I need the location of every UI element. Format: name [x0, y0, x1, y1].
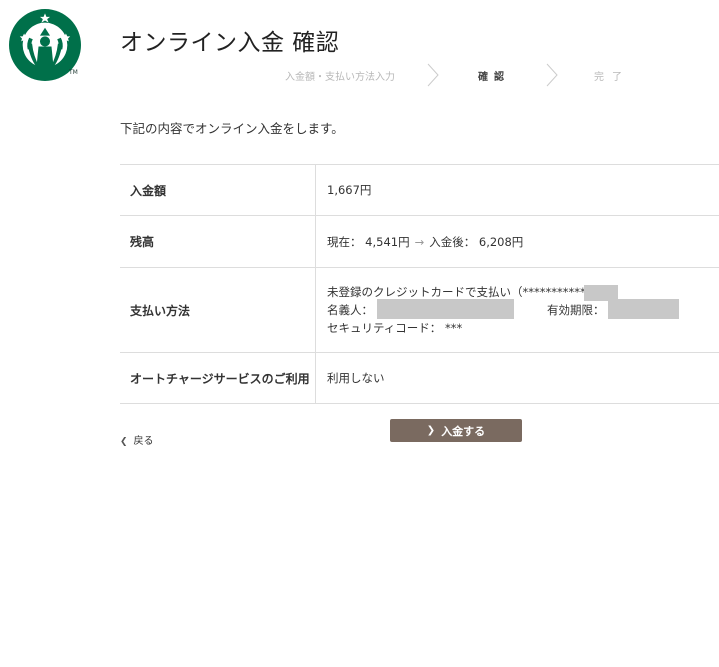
amount-label: 入金額 — [120, 165, 316, 215]
balance-value: 現在： 4,541円 → 入金後： 6,208円 — [316, 216, 719, 267]
redacted-holder-name — [377, 299, 514, 319]
balance-after: 入金後： 6,208円 — [429, 234, 524, 249]
balance-label: 残高 — [120, 216, 316, 267]
trademark-mark: TM — [69, 69, 78, 76]
arrow-right-icon: → — [414, 234, 425, 249]
payment-card-text: 未登録のクレジットカードで支払い（*********** — [327, 285, 586, 299]
holder-label: 名義人： — [327, 303, 373, 317]
balance-current: 現在： 4,541円 — [327, 234, 410, 249]
deposit-submit-button[interactable]: ❯ 入金する — [390, 419, 522, 442]
step-complete: 完了 — [594, 72, 630, 83]
payment-holder-line: 名義人： 有効期限： — [327, 299, 679, 319]
payment-method-value: 未登録のクレジットカードで支払い（*********** 名義人： 有効期限： … — [316, 268, 719, 352]
amount-value: 1,667円 — [327, 183, 372, 197]
page-title: オンライン入金 確認 — [120, 30, 340, 57]
redacted-expiry — [608, 299, 679, 319]
security-code-line: セキュリティコード： *** — [327, 321, 463, 335]
confirmation-table: 入金額 1,667円 残高 現在： 4,541円 → 入金後： 6,208円 支… — [120, 164, 719, 404]
submit-label: 入金する — [441, 424, 486, 438]
table-row: 入金額 1,667円 — [120, 165, 719, 216]
table-row: 支払い方法 未登録のクレジットカードで支払い（*********** 名義人： … — [120, 268, 719, 353]
chevron-left-icon: ❮ — [120, 437, 128, 447]
step-confirm: 確認 — [478, 72, 510, 83]
expiry-label: 有効期限： — [547, 303, 605, 317]
back-label: 戻る — [133, 436, 154, 447]
chevron-right-icon: ❯ — [426, 425, 436, 436]
back-link[interactable]: ❮ 戻る — [120, 432, 154, 447]
autocharge-value: 利用しない — [327, 371, 385, 385]
intro-text: 下記の内容でオンライン入金をします。 — [120, 121, 344, 136]
progress-steps: 入金額・支払い方法入力 確認 完了 — [250, 62, 650, 90]
autocharge-label: オートチャージサービスのご利用 — [120, 353, 316, 403]
step-separator-icon — [546, 63, 558, 87]
payment-method-label: 支払い方法 — [120, 268, 316, 352]
page-root: TM オンライン入金 確認 入金額・支払い方法入力 確認 完了 下記の内容でオン… — [0, 0, 719, 667]
step-separator-icon — [427, 63, 439, 87]
step-input: 入金額・支払い方法入力 — [285, 72, 395, 83]
table-row: オートチャージサービスのご利用 利用しない — [120, 353, 719, 404]
table-row: 残高 現在： 4,541円 → 入金後： 6,208円 — [120, 216, 719, 268]
payment-details: 未登録のクレジットカードで支払い（*********** 名義人： 有効期限： … — [327, 283, 679, 337]
